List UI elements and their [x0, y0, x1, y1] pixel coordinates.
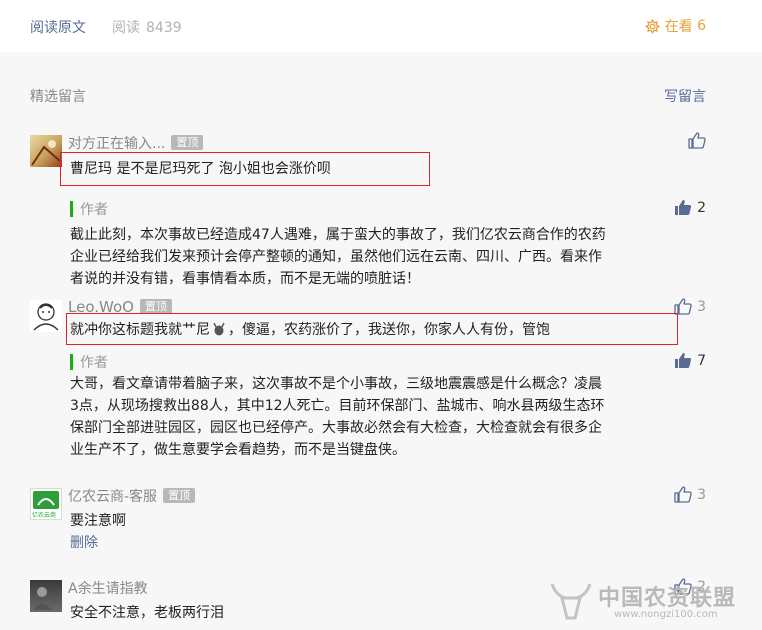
- avatar-text: 亿农云商: [32, 512, 57, 519]
- selected-comments-title: 精选留言: [30, 89, 86, 105]
- delete-comment-link[interactable]: 删除: [70, 532, 98, 552]
- watermark-name: 中国农资联盟: [598, 586, 737, 611]
- reply-like-button[interactable]: 7: [674, 352, 706, 369]
- thumbs-up-filled-icon: [675, 353, 692, 368]
- nickname-text: 对方正在输入...: [68, 136, 166, 152]
- comment-nickname: 对方正在输入... 置顶: [68, 133, 204, 153]
- nickname-text: 亿农云商-客服: [68, 489, 158, 505]
- author-label: 作者: [80, 202, 108, 218]
- thumbs-up-filled-icon: [675, 200, 692, 215]
- comment-nickname: 亿农云商-客服 置顶: [68, 486, 196, 506]
- zaikan-button[interactable]: 在看 6: [644, 16, 706, 36]
- comment-item: 亿农云商 亿农云商-客服 置顶 3 要注意啊 删除: [30, 486, 706, 556]
- author-label: 作者: [80, 355, 108, 371]
- read-count-value: 8439: [146, 20, 182, 36]
- comment-item: 对方正在输入... 置顶 曹尼玛 是不是尼玛死了 泡小姐也会涨价呗 作者 2 截止…: [30, 132, 706, 303]
- article-footer-bar: 阅读原文 阅读 8439 在看 6: [0, 0, 762, 52]
- read-count-label: 阅读: [112, 20, 140, 36]
- reply-like-button[interactable]: 2: [674, 199, 706, 216]
- reply-line: 者说的并没有错，看事情看本质，而不是无端的喷脏话！: [70, 271, 420, 287]
- read-original-link[interactable]: 阅读原文: [30, 17, 86, 37]
- comment-text-tail: ，傻逼，农药涨价了，我送你，你家人人有份，管饱: [228, 322, 550, 338]
- comment-text: 就冲你这标题我就艹尼 ，傻逼，农药涨价了，我送你，你家人人有份，管饱: [70, 319, 550, 339]
- like-button[interactable]: 3: [674, 298, 706, 315]
- zaikan-label: 在看: [664, 19, 693, 35]
- read-count: 阅读 8439: [112, 17, 182, 37]
- avatar: [30, 135, 62, 167]
- author-reply-header: 作者 2: [70, 199, 706, 218]
- thumbs-up-icon: [688, 132, 706, 149]
- like-button[interactable]: 3: [674, 486, 706, 503]
- reply-line: 3点，从现场搜救出88人，其中12人死亡。目前环保部门、盐城市、响水县两级生态环: [70, 398, 605, 414]
- comment-nickname: A余生请指教: [68, 578, 148, 598]
- comment-text-head: 就冲你这标题我就艹尼: [70, 322, 210, 338]
- watermark: 中国农资联盟 www.nongzi100.com: [548, 576, 758, 626]
- comments-section: 精选留言 写留言 对方正在输入... 置顶 曹尼玛 是不是尼玛死了 泡小姐也会涨价…: [0, 52, 762, 630]
- author-reply-text: 大哥，看文章请带着脑子来，这次事故不是个小事故，三级地震震感是什么概念？凌晨 3…: [70, 373, 706, 461]
- avatar: [30, 300, 62, 332]
- comment-item: Leo.WoO 置顶 3 就冲你这标题我就艹尼 ，傻逼，农药涨价了，我送你，你家人人…: [30, 298, 706, 478]
- thumbs-up-icon: [674, 486, 692, 503]
- author-reply-text: 截止此刻，本次事故已经造成47人遇难，属于蛮大的事故了，我们亿农云商合作的农药 …: [70, 224, 706, 290]
- reply-like-count: 2: [697, 199, 706, 216]
- pinned-badge: 置顶: [139, 299, 172, 314]
- like-count: 3: [697, 486, 706, 503]
- zaikan-count: 6: [697, 18, 706, 34]
- flower-icon: [644, 18, 660, 34]
- reply-line: 截止此刻，本次事故已经造成47人遇难，属于蛮大的事故了，我们亿农云商合作的农药: [70, 227, 606, 243]
- reply-like-count: 7: [697, 352, 706, 369]
- nickname-text: A余生请指教: [68, 581, 148, 597]
- reply-line: 企业已经给我们发来预计会停产整顿的通知，虽然他们远在云南、四川、广西。看来作: [70, 249, 602, 265]
- watermark-url: www.nongzi100.com: [614, 609, 718, 620]
- avatar: [30, 580, 62, 612]
- author-reply-header: 作者 7: [70, 352, 706, 371]
- like-count: 3: [697, 298, 706, 315]
- devil-emoji-icon: [213, 322, 225, 336]
- avatar: 亿农云商: [30, 488, 62, 520]
- comments-header: 精选留言 写留言: [30, 86, 706, 106]
- comment-text: 要注意啊: [70, 513, 126, 529]
- comment-text: 安全不注意，老板两行泪: [70, 605, 224, 621]
- pinned-badge: 置顶: [163, 488, 196, 503]
- write-comment-link[interactable]: 写留言: [664, 86, 706, 106]
- pinned-badge: 置顶: [171, 135, 204, 150]
- bull-logo-icon: [550, 583, 592, 620]
- comment-text: 曹尼玛 是不是尼玛死了 泡小姐也会涨价呗: [70, 161, 331, 177]
- reply-line: 大哥，看文章请带着脑子来，这次事故不是个小事故，三级地震震感是什么概念？凌晨: [70, 376, 602, 392]
- like-button[interactable]: [688, 132, 706, 149]
- reply-line: 保部门全部进驻园区，园区也已经停产。大事故必然会有大检查，大检查就会有很多企: [70, 420, 602, 436]
- reply-line: 业生产不了，做生意要学会看趋势，而不是当键盘侠。: [70, 442, 406, 458]
